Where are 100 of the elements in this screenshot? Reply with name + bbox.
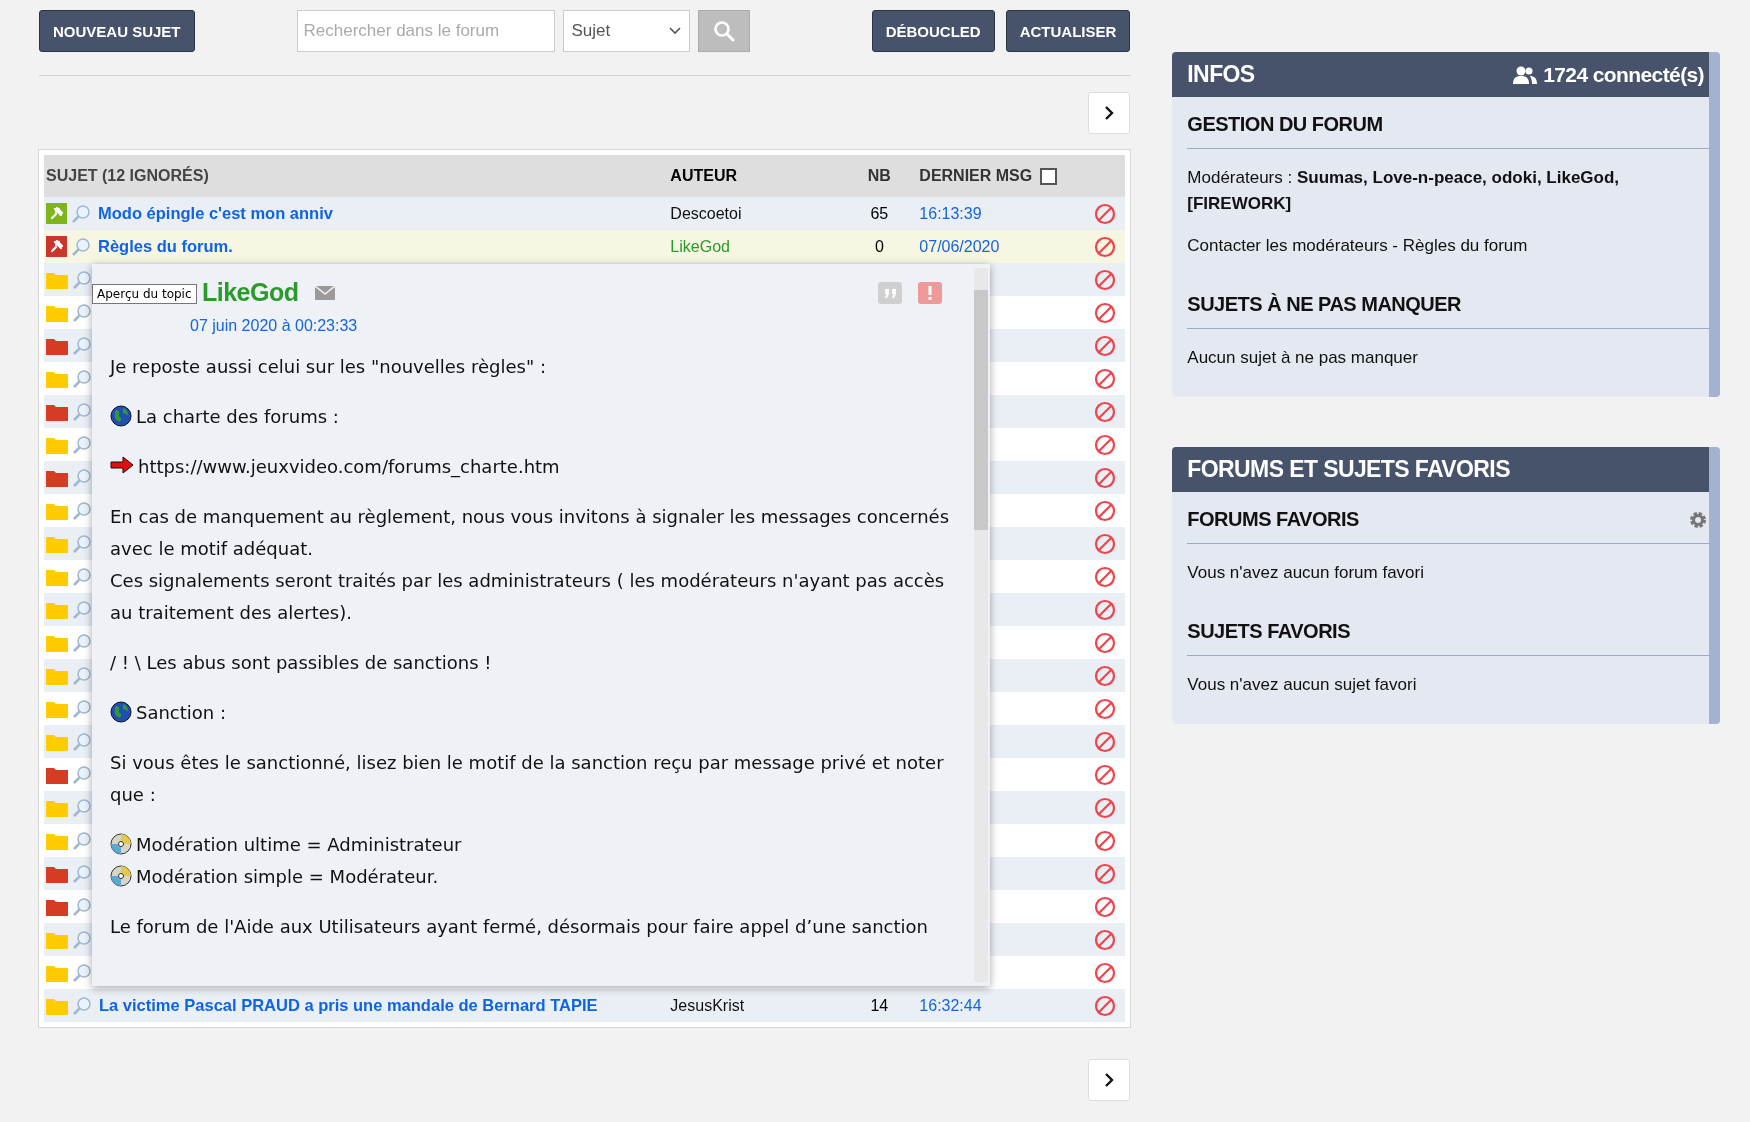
block-icon[interactable] [1094, 796, 1117, 819]
caret-icon [668, 27, 681, 35]
toolbar-button[interactable]: ACTUALISER [1005, 10, 1131, 52]
block-icon[interactable] [1094, 532, 1117, 555]
post-text: / ! \ Les abus sont passibles de sanctions ! [110, 651, 492, 675]
magnifier-icon[interactable] [72, 368, 92, 389]
scrollbar[interactable] [974, 268, 988, 982]
connected-count: 1724 connecté(s) [1543, 62, 1704, 87]
magnifier-icon[interactable] [72, 335, 92, 356]
block-icon[interactable] [1094, 301, 1117, 324]
settings-icon[interactable] [1689, 510, 1707, 529]
magnifier-icon[interactable] [72, 896, 92, 917]
magnifier-icon[interactable] [72, 698, 92, 719]
disc-icon [110, 833, 132, 855]
block-icon[interactable] [1094, 862, 1117, 885]
select-all-checkbox[interactable] [1040, 167, 1058, 185]
block-icon[interactable] [1094, 961, 1117, 984]
new-topic-button[interactable]: NOUVEAU SUJET [39, 10, 195, 52]
topic-link[interactable]: La victime Pascal PRAUD a pris une mandale de Bernard TAPIE [99, 996, 598, 1015]
block-icon[interactable] [1094, 895, 1117, 918]
reply-count: 65 [870, 204, 889, 222]
magnifier-icon[interactable] [72, 863, 92, 884]
alert-icon[interactable] [918, 281, 942, 304]
card-title: FORUMS ET SUJETS FAVORIS [1187, 456, 1510, 483]
magnifier-icon[interactable] [71, 203, 91, 224]
block-icon[interactable] [1094, 367, 1117, 390]
last-message-link[interactable]: 16:13:39 [919, 204, 982, 222]
block-icon[interactable] [1094, 730, 1117, 753]
search-button[interactable] [697, 10, 750, 52]
toolbar-button[interactable]: DÉBOUCLED [871, 10, 995, 52]
quote-icon[interactable] [878, 281, 902, 304]
card-title: INFOS [1187, 61, 1255, 88]
magnifier-icon[interactable] [72, 269, 92, 290]
magnifier-icon[interactable] [72, 599, 92, 620]
magnifier-icon[interactable] [72, 665, 92, 686]
empty-message: Vous n'avez aucun forum favori [1187, 562, 1425, 584]
last-message-link[interactable]: 07/06/2020 [919, 237, 1000, 255]
magnifier-icon[interactable] [72, 302, 92, 323]
magnifier-icon[interactable] [72, 401, 92, 422]
magnifier-icon[interactable] [72, 467, 92, 488]
magnifier-icon[interactable] [72, 797, 92, 818]
block-icon[interactable] [1094, 334, 1117, 357]
globe-icon [110, 405, 132, 427]
magnifier-icon[interactable] [71, 236, 91, 257]
magnifier-icon[interactable] [72, 764, 92, 785]
magnifier-icon[interactable] [72, 929, 92, 950]
block-icon[interactable] [1094, 631, 1117, 654]
block-icon[interactable] [1094, 829, 1117, 852]
block-icon[interactable] [1094, 268, 1117, 291]
users-icon [1513, 65, 1538, 84]
block-icon[interactable] [1094, 466, 1117, 489]
magnifier-icon[interactable] [72, 731, 92, 752]
post-text: Sanction : [136, 701, 227, 725]
block-icon[interactable] [1094, 598, 1117, 621]
author-name[interactable]: JesusKrist [670, 996, 745, 1014]
search-field[interactable]: Rechercher dans le forum [296, 10, 555, 52]
block-icon[interactable] [1094, 763, 1117, 786]
magnifier-icon[interactable] [72, 566, 92, 587]
block-icon[interactable] [1094, 433, 1117, 456]
arrow-icon [110, 455, 134, 475]
globe-icon [110, 701, 132, 723]
block-icon[interactable] [1094, 499, 1117, 522]
envelope-icon[interactable] [314, 285, 335, 300]
author-name[interactable]: LikeGod [670, 237, 730, 255]
magnifier-icon[interactable] [72, 500, 92, 521]
last-message-link[interactable]: 16:32:44 [919, 996, 982, 1014]
magnifier-icon[interactable] [72, 995, 92, 1016]
post-text: Modération ultime = Administrateur [136, 833, 462, 857]
section-title: SUJETS FAVORIS [1187, 604, 1709, 656]
magnifier-icon[interactable] [72, 830, 92, 851]
block-icon[interactable] [1094, 202, 1117, 225]
post-date-link[interactable]: 07 juin 2020 à 00:23:33 [190, 317, 358, 335]
post-text: Modération simple = Modérateur. [136, 865, 439, 889]
magnifier-icon[interactable] [72, 632, 92, 653]
post-text: Le forum de l'Aide aux Utilisateurs ayant fermé, désormais pour faire appel d’une sanction [110, 915, 928, 939]
block-icon[interactable] [1094, 664, 1117, 687]
next-page-button[interactable] [1088, 92, 1131, 134]
topic-link[interactable]: Modo épingle c'est mon anniv [98, 204, 333, 223]
reply-count: 0 [874, 237, 884, 255]
block-icon[interactable] [1094, 697, 1117, 720]
block-icon[interactable] [1094, 235, 1117, 258]
post-text: Si vous êtes le sanctionné, lisez bien le motif de la sanction reçu par message privé et noter que : [110, 751, 945, 807]
author-name[interactable]: Descoetoi [670, 204, 742, 222]
magnifier-icon[interactable] [72, 533, 92, 554]
block-icon[interactable] [1094, 928, 1117, 951]
block-icon[interactable] [1094, 400, 1117, 423]
block-icon[interactable] [1094, 994, 1117, 1017]
topic-link[interactable]: Règles du forum. [98, 237, 233, 256]
block-icon[interactable] [1094, 565, 1117, 588]
section-title: SUJETS À NE PAS MANQUER [1187, 277, 1709, 329]
magnifier-icon[interactable] [72, 962, 92, 983]
magnifier-icon[interactable] [72, 434, 92, 455]
section-title: GESTION DU FORUM [1187, 97, 1709, 149]
next-page-button[interactable] [1088, 1059, 1131, 1101]
empty-message: Aucun sujet à ne pas manquer [1187, 347, 1419, 369]
author-name[interactable]: LikeGod [202, 278, 299, 307]
post-text: https://www.jeuxvideo.com/forums_charte.htm [138, 455, 560, 480]
search-icon [712, 20, 735, 42]
empty-message: Vous n'avez aucun sujet favori [1187, 674, 1418, 696]
search-scope-select[interactable]: Sujet [562, 10, 690, 52]
